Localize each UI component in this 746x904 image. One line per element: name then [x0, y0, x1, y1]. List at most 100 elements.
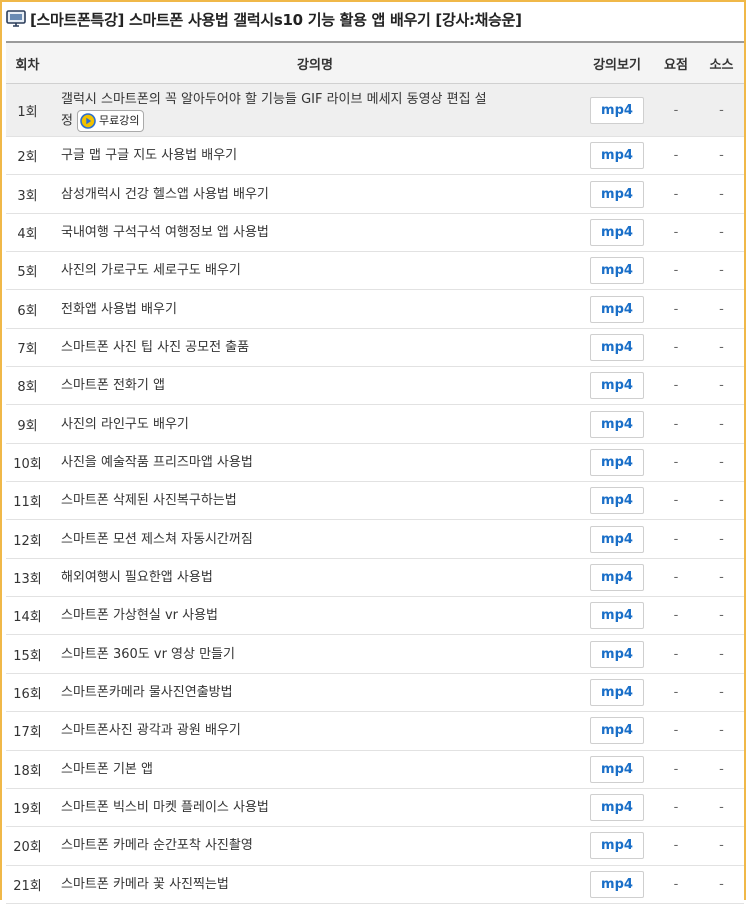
mp4-button[interactable]: mp4: [590, 295, 644, 323]
mp4-button[interactable]: mp4: [590, 218, 644, 246]
monitor-lecture-icon: [6, 9, 26, 29]
lecture-title[interactable]: 스마트폰 모션 제스쳐 자동시간꺼짐: [61, 532, 253, 547]
lecture-title-cell: 해외여행시 필요한앱 사용법: [49, 558, 581, 598]
mp4-button[interactable]: mp4: [590, 410, 644, 438]
table-row: 14회 스마트폰 가상현실 vr 사용법 mp4- -: [6, 596, 744, 636]
summary-cell: -: [653, 213, 699, 253]
lecture-title[interactable]: 국내여행 구석구석 여행정보 앱 사용법: [61, 225, 269, 240]
mp4-button[interactable]: mp4: [590, 870, 644, 898]
mp4-button[interactable]: mp4: [590, 333, 644, 361]
lecture-title[interactable]: 스마트폰 카메라 꽃 사진찍는법: [61, 877, 229, 892]
summary-cell: -: [653, 289, 699, 329]
lecture-title-cell: 스마트폰 전화기 앱: [49, 366, 581, 406]
lecture-title[interactable]: 스마트폰 기본 앱: [61, 762, 153, 777]
watch-cell: mp4: [581, 673, 653, 713]
lecture-title-cell: 스마트폰 사진 팁 사진 공모전 출품: [49, 328, 581, 368]
lecture-number: 4회: [6, 213, 49, 253]
source-cell: -: [699, 558, 744, 598]
source-cell: -: [699, 328, 744, 368]
lecture-number: 16회: [6, 673, 49, 713]
lecture-rows: 1회 갤럭시 스마트폰의 꼭 알아두어야 할 기능들 GIF 라이브 메세지 동영…: [6, 83, 744, 904]
lecture-title[interactable]: 스마트폰카메라 물사진연출방법: [61, 685, 233, 700]
source-cell: -: [699, 788, 744, 828]
free-lecture-badge[interactable]: 무료강의: [76, 109, 145, 132]
lecture-title-cell: 스마트폰사진 광각과 광원 배우기: [49, 711, 581, 751]
table-row: 9회 사진의 라인구도 배우기 mp4- -: [6, 404, 744, 444]
lecture-number: 14회: [6, 596, 49, 636]
mp4-button[interactable]: mp4: [590, 142, 644, 170]
table-row: 15회 스마트폰 360도 vr 영상 만들기 mp4- -: [6, 634, 744, 674]
mp4-button[interactable]: mp4: [590, 678, 644, 706]
table-row: 17회 스마트폰사진 광각과 광원 배우기 mp4- -: [6, 711, 744, 751]
source-cell: -: [699, 174, 744, 214]
mp4-button[interactable]: mp4: [590, 794, 644, 822]
mp4-button[interactable]: mp4: [590, 602, 644, 630]
mp4-button[interactable]: mp4: [590, 832, 644, 860]
mp4-button[interactable]: mp4: [590, 96, 644, 124]
header-watch: 강의보기: [581, 41, 653, 84]
lecture-number: 10회: [6, 443, 49, 483]
lecture-number: 6회: [6, 289, 49, 329]
mp4-button[interactable]: mp4: [590, 180, 644, 208]
summary-cell: -: [653, 443, 699, 483]
source-cell: -: [699, 673, 744, 713]
lecture-number: 18회: [6, 750, 49, 789]
lecture-title[interactable]: 스마트폰 카메라 순간포착 사진촬영: [61, 838, 253, 853]
page-title: [스마트폰특강] 스마트폰 사용법 갤럭시s10 기능 활용 앱 배우기 [강사…: [30, 10, 522, 29]
header-no: 회차: [6, 41, 49, 84]
watch-cell: mp4: [581, 788, 653, 828]
watch-cell: mp4: [581, 750, 653, 789]
lecture-title-cell: 삼성개럭시 건강 헬스앱 사용법 배우기: [49, 174, 581, 214]
lecture-title[interactable]: 스마트폰 사진 팁 사진 공모전 출품: [61, 340, 249, 355]
lecture-number: 21회: [6, 865, 49, 904]
table-row: 4회 국내여행 구석구석 여행정보 앱 사용법 mp4- -: [6, 213, 744, 253]
mp4-button[interactable]: mp4: [590, 717, 644, 745]
lecture-title[interactable]: 사진을 예술작품 프리즈마앱 사용법: [61, 455, 253, 470]
header-source: 소스: [699, 41, 744, 84]
lecture-title[interactable]: 해외여행시 필요한앱 사용법: [61, 570, 213, 585]
lecture-number: 20회: [6, 826, 49, 866]
watch-cell: mp4: [581, 213, 653, 253]
table-row: 2회 구글 맵 구글 지도 사용법 배우기 mp4- -: [6, 136, 744, 176]
source-cell: -: [699, 213, 744, 253]
summary-cell: -: [653, 826, 699, 866]
table-row: 5회 사진의 가로구도 세로구도 배우기 mp4- -: [6, 251, 744, 291]
lecture-title-cell: 스마트폰 카메라 꽃 사진찍는법: [49, 865, 581, 904]
lecture-number: 5회: [6, 251, 49, 291]
lecture-title[interactable]: 사진의 가로구도 세로구도 배우기: [61, 263, 241, 278]
mp4-button[interactable]: mp4: [590, 448, 644, 476]
summary-cell: -: [653, 673, 699, 713]
mp4-button[interactable]: mp4: [590, 372, 644, 400]
lecture-title[interactable]: 스마트폰 360도 vr 영상 만들기: [61, 647, 235, 662]
lecture-title[interactable]: 스마트폰 삭제된 사진복구하는법: [61, 493, 237, 508]
table-row: 21회 스마트폰 카메라 꽃 사진찍는법 mp4- -: [6, 865, 744, 904]
mp4-button[interactable]: mp4: [590, 563, 644, 591]
source-cell: -: [699, 366, 744, 406]
mp4-button[interactable]: mp4: [590, 755, 644, 783]
lecture-title[interactable]: 스마트폰사진 광각과 광원 배우기: [61, 723, 241, 738]
lecture-title[interactable]: 사진의 라인구도 배우기: [61, 417, 189, 432]
lecture-title[interactable]: 스마트폰 전화기 앱: [61, 378, 165, 393]
mp4-button[interactable]: mp4: [590, 257, 644, 285]
summary-cell: -: [653, 865, 699, 904]
lecture-title[interactable]: 스마트폰 빅스비 마켓 플레이스 사용법: [61, 800, 269, 815]
summary-cell: -: [653, 404, 699, 444]
source-cell: -: [699, 634, 744, 674]
header-name: 강의명: [49, 41, 581, 84]
lecture-title[interactable]: 스마트폰 가상현실 vr 사용법: [61, 608, 218, 623]
watch-cell: mp4: [581, 711, 653, 751]
table-row: 3회 삼성개럭시 건강 헬스앱 사용법 배우기 mp4- -: [6, 174, 744, 214]
mp4-button[interactable]: mp4: [590, 487, 644, 515]
lecture-title[interactable]: 구글 맵 구글 지도 사용법 배우기: [61, 148, 237, 163]
summary-cell: -: [653, 328, 699, 368]
lecture-title-cell: 사진의 라인구도 배우기: [49, 404, 581, 444]
source-cell: -: [699, 519, 744, 559]
mp4-button[interactable]: mp4: [590, 525, 644, 553]
watch-cell: mp4: [581, 519, 653, 559]
lecture-number: 19회: [6, 788, 49, 828]
mp4-button[interactable]: mp4: [590, 640, 644, 668]
lecture-title[interactable]: 삼성개럭시 건강 헬스앱 사용법 배우기: [61, 187, 269, 202]
lecture-title[interactable]: 전화앱 사용법 배우기: [61, 302, 177, 317]
table-row: 11회 스마트폰 삭제된 사진복구하는법 mp4- -: [6, 481, 744, 521]
table-row: 8회 스마트폰 전화기 앱 mp4- -: [6, 366, 744, 406]
